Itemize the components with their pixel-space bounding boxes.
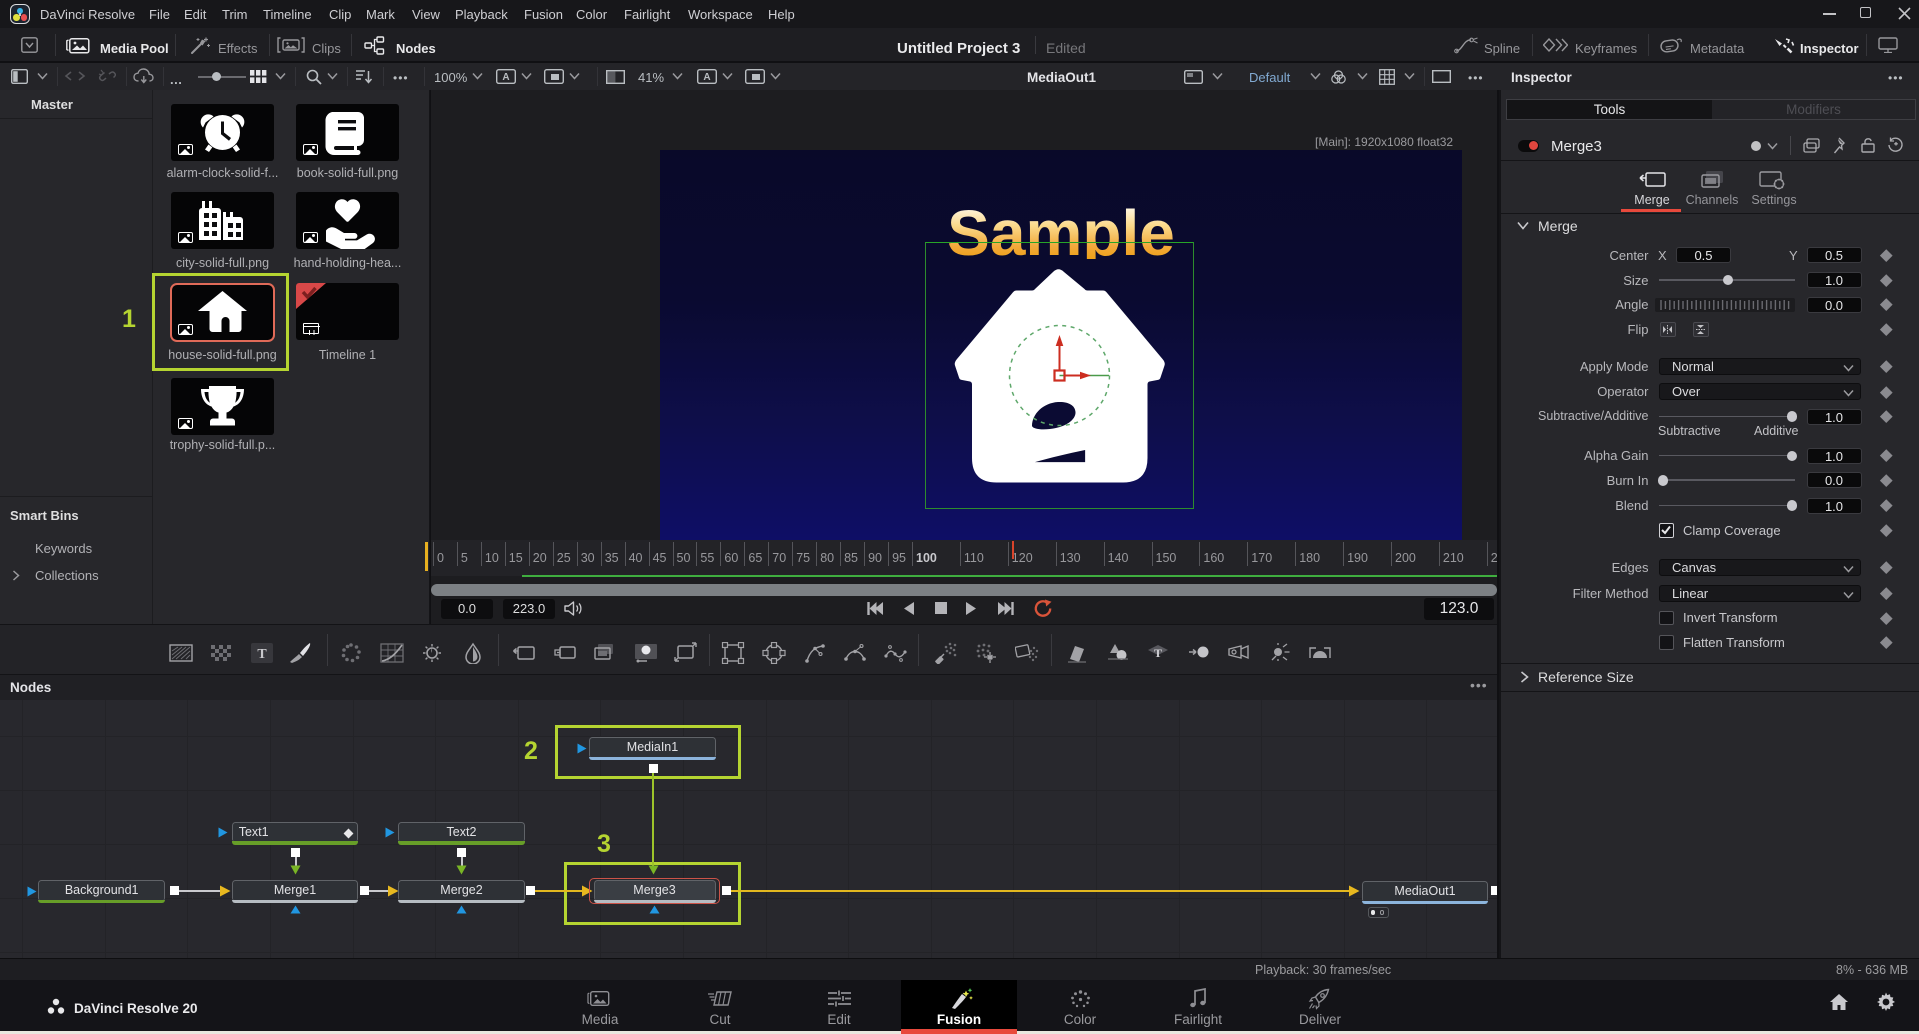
svg-text:A: A <box>502 72 509 83</box>
svg-text:T: T <box>257 647 267 662</box>
svg-text:T: T <box>1154 646 1162 660</box>
svg-text:A: A <box>703 72 710 83</box>
